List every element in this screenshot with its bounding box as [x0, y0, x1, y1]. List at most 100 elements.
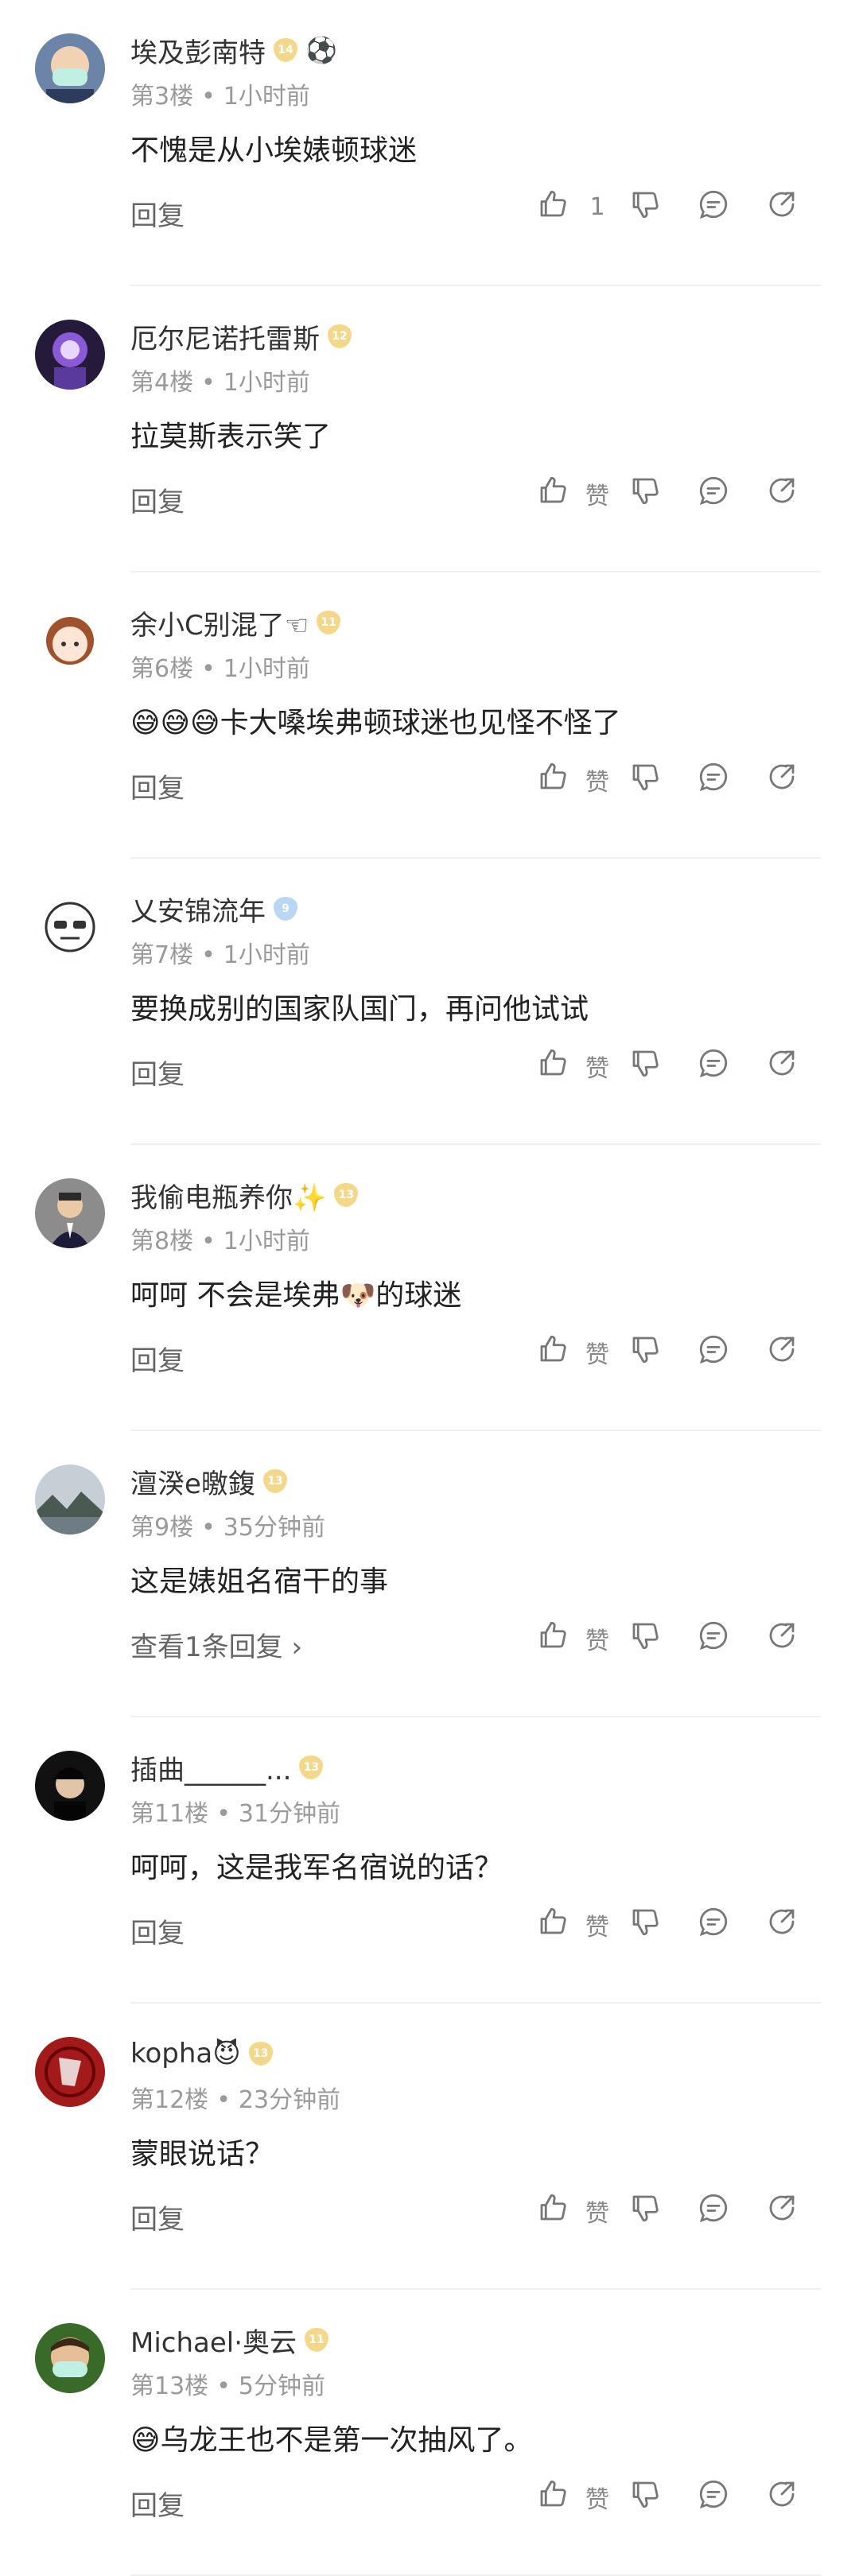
username[interactable]: 澶湀e曒鍑	[130, 1462, 255, 1501]
floor-number: 第3楼	[130, 83, 194, 111]
dislike-button[interactable]	[628, 1619, 662, 1658]
share-icon	[765, 188, 799, 227]
share-button[interactable]	[765, 1619, 799, 1658]
avatar-purple-figure[interactable]	[35, 320, 105, 390]
dislike-button[interactable]	[628, 1046, 662, 1085]
like-button[interactable]: 赞	[536, 474, 628, 513]
level-badge-icon: 13	[262, 1469, 287, 1493]
comment-icon	[697, 188, 730, 227]
name-row: 澶湀e曒鍑 13	[130, 1462, 295, 1501]
like-button[interactable]: 赞	[536, 1905, 628, 1944]
dislike-button[interactable]	[628, 1333, 662, 1371]
dislike-button[interactable]	[628, 2477, 662, 2516]
reply-button[interactable]: 回复	[130, 480, 185, 519]
like-button[interactable]: 赞	[536, 760, 628, 799]
dislike-button[interactable]	[628, 1905, 662, 1944]
share-button[interactable]	[765, 188, 799, 227]
comment-actions: 赞	[536, 1333, 799, 1371]
share-icon	[765, 2191, 799, 2230]
share-button[interactable]	[765, 1333, 799, 1371]
share-icon	[765, 2477, 799, 2516]
reply-button[interactable]: 回复	[130, 2198, 185, 2237]
avatar-landscape[interactable]	[35, 1465, 105, 1534]
comment-icon	[697, 1046, 730, 1085]
comment-text: 😅乌龙王也不是第一次抽风了。	[130, 2424, 533, 2457]
comment-time: 1小时前	[223, 941, 310, 969]
reply-button[interactable]: 回复	[130, 2484, 185, 2523]
like-count: 赞	[585, 2485, 609, 2514]
comment-actions: 赞	[536, 1619, 799, 1658]
comment-button[interactable]	[697, 1619, 730, 1658]
dislike-button[interactable]	[628, 188, 662, 227]
username[interactable]: 厄尔尼诺托雷斯	[130, 317, 320, 356]
like-button[interactable]: 赞	[536, 1046, 628, 1085]
like-button[interactable]: 赞	[536, 1619, 628, 1658]
username[interactable]: 我偷电瓶养你✨	[130, 1176, 326, 1215]
comment-button[interactable]	[697, 2477, 730, 2516]
dislike-button[interactable]	[628, 474, 662, 513]
comment-icon	[697, 1619, 730, 1658]
dislike-button[interactable]	[628, 760, 662, 799]
username[interactable]: 余小C别混了☜	[130, 603, 309, 642]
floor-number: 第7楼	[130, 941, 194, 969]
avatar-suited-man[interactable]	[35, 1178, 105, 1248]
comment-button[interactable]	[697, 1046, 730, 1085]
floor-number: 第13楼	[130, 2372, 209, 2400]
comment-item: 插曲______... 13 第11楼 • 31分钟前 呵呵，这是我军名宿说的话？ …	[0, 1717, 859, 2004]
share-button[interactable]	[765, 1905, 799, 1944]
thumbs-down-icon	[628, 1619, 662, 1658]
username[interactable]: kopha😈	[130, 2038, 241, 2070]
username[interactable]: 乂安锦流年	[130, 890, 266, 929]
avatar-masked-person[interactable]	[35, 33, 105, 103]
reply-button[interactable]: 回复	[130, 194, 185, 233]
avatar-dark-person[interactable]	[35, 1751, 105, 1821]
avatar-sunglasses-face[interactable]	[35, 892, 105, 962]
share-button[interactable]	[765, 2477, 799, 2516]
reply-button[interactable]: 回复	[130, 1911, 185, 1950]
meta-separator: •	[201, 369, 216, 397]
share-icon	[765, 1333, 799, 1371]
comment-button[interactable]	[697, 1905, 730, 1944]
name-row: kopha😈 13	[130, 2035, 281, 2072]
like-button[interactable]: 赞	[536, 1333, 628, 1371]
comment-button[interactable]	[697, 474, 730, 513]
share-button[interactable]	[765, 1046, 799, 1085]
avatar-anime-girl[interactable]	[35, 606, 105, 676]
avatar-smiling-man[interactable]	[35, 2323, 105, 2393]
thumbs-down-icon	[628, 1905, 662, 1944]
comment-item: Michael·奥云 11 第13楼 • 5分钟前 😅乌龙王也不是第一次抽风了。 回…	[0, 2290, 859, 2576]
username[interactable]: 埃及彭南特	[130, 31, 266, 70]
like-button[interactable]: 赞	[536, 2191, 628, 2230]
comment-button[interactable]	[697, 2191, 730, 2230]
reply-button[interactable]: 回复	[130, 1339, 185, 1378]
reply-button[interactable]: 回复	[130, 766, 185, 805]
reply-button[interactable]: 查看1条回复 ›	[130, 1625, 302, 1664]
share-button[interactable]	[765, 2191, 799, 2230]
thumbs-up-icon	[536, 1905, 569, 1944]
username[interactable]: 插曲______...	[130, 1748, 291, 1787]
comment-button[interactable]	[697, 1333, 730, 1371]
name-row: 我偷电瓶养你✨ 13	[130, 1176, 366, 1215]
comment-meta: 第6楼 • 1小时前	[130, 649, 310, 684]
flair-icon: ⚽	[305, 35, 337, 65]
floor-number: 第4楼	[130, 369, 194, 397]
level-badge-icon: 12	[328, 324, 352, 348]
like-button[interactable]: 赞	[536, 2477, 628, 2516]
thumbs-down-icon	[628, 1333, 662, 1371]
name-row: 乂安锦流年 9	[130, 890, 305, 929]
comment-button[interactable]	[697, 760, 730, 799]
comment-item: 澶湀e曒鍑 13 第9楼 • 35分钟前 这是婊姐名宿干的事 查看1条回复 › 赞	[0, 1431, 859, 1717]
avatar-red-logo[interactable]	[35, 2037, 105, 2107]
thumbs-down-icon	[628, 474, 662, 513]
username[interactable]: Michael·奥云	[130, 2321, 297, 2360]
comment-text: 呵呵 不会是埃弗🐶的球迷	[130, 1279, 462, 1312]
share-button[interactable]	[765, 760, 799, 799]
dislike-button[interactable]	[628, 2191, 662, 2230]
meta-separator: •	[216, 1800, 231, 1828]
share-button[interactable]	[765, 474, 799, 513]
reply-button[interactable]: 回复	[130, 1053, 185, 1092]
like-button[interactable]: 1	[536, 188, 628, 227]
comment-button[interactable]	[697, 188, 730, 227]
like-count: 赞	[585, 2199, 609, 2228]
floor-number: 第9楼	[130, 1514, 194, 1542]
